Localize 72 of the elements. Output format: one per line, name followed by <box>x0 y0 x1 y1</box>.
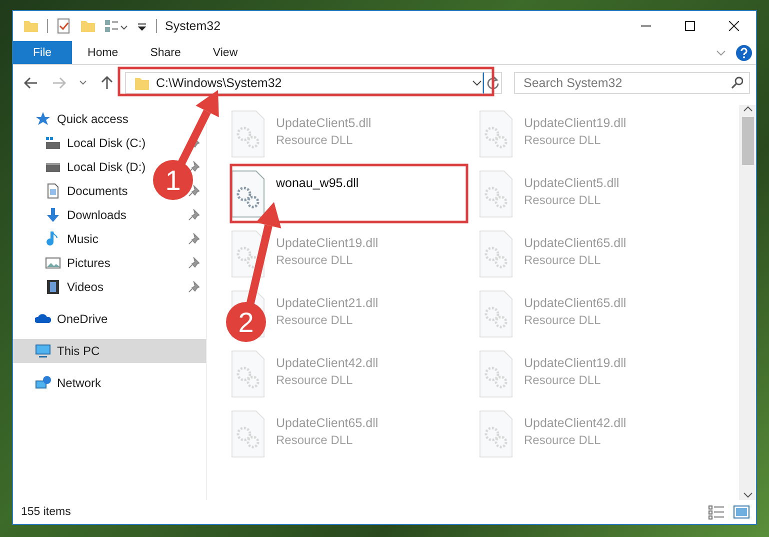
nav-item[interactable]: Quick access <box>13 107 134 131</box>
ribbon-tab[interactable]: Share <box>134 41 197 64</box>
nav-item[interactable]: This PC <box>13 339 206 363</box>
scrollbar-thumb[interactable] <box>742 117 754 165</box>
file-type: Resource DLL <box>524 313 602 327</box>
up-arrow-icon[interactable] <box>99 75 115 91</box>
scrollbar[interactable] <box>739 105 756 500</box>
file-type: Resource DLL <box>276 433 354 447</box>
file-type: Resource DLL <box>276 313 354 327</box>
dll-file-icon <box>478 290 514 338</box>
document-icon <box>45 183 61 199</box>
file-menu-button[interactable]: File <box>13 41 72 64</box>
nav-item[interactable]: OneDrive <box>13 307 114 331</box>
star-icon <box>35 111 51 127</box>
pin-icon[interactable] <box>188 209 200 221</box>
file-type: Resource DLL <box>524 133 602 147</box>
details-view-icon[interactable] <box>708 504 725 520</box>
window-title: System32 <box>165 19 221 33</box>
checklist-icon[interactable] <box>56 18 72 34</box>
layout-icon[interactable] <box>104 18 128 34</box>
pin-icon[interactable] <box>188 257 200 269</box>
step-badge: 1 <box>153 160 193 200</box>
pin-icon[interactable] <box>188 281 200 293</box>
chevron-down-icon[interactable] <box>472 78 482 88</box>
maximize-icon[interactable] <box>685 21 695 31</box>
file-name[interactable]: wonau_w95.dll <box>276 176 359 190</box>
nav-item[interactable]: Local Disk (C:) <box>13 131 206 155</box>
nav-item[interactable]: Music <box>13 227 206 251</box>
pin-icon[interactable] <box>188 185 200 197</box>
film-icon <box>45 279 61 295</box>
dll-file-icon <box>230 410 266 458</box>
ribbon-tab[interactable]: View <box>196 41 254 64</box>
refresh-icon <box>486 76 500 90</box>
file-type: Resource DLL <box>524 193 602 207</box>
file-type: Resource DLL <box>276 253 354 267</box>
chevron-down-icon[interactable] <box>79 79 87 87</box>
file-type: Resource DLL <box>524 373 602 387</box>
network-icon <box>35 375 51 391</box>
search-icon[interactable] <box>730 76 743 89</box>
pin-icon[interactable] <box>188 233 200 245</box>
dll-file-icon <box>230 170 266 218</box>
file-type: Resource DLL <box>276 133 354 147</box>
close-icon[interactable] <box>729 21 739 31</box>
dll-file-icon <box>478 230 514 278</box>
nav-item[interactable]: Downloads <box>13 203 206 227</box>
nav-item[interactable]: Network <box>13 371 108 395</box>
dll-file-icon <box>230 350 266 398</box>
folder-icon <box>134 75 150 91</box>
ribbon-tab[interactable]: Home <box>72 41 134 64</box>
dll-file-icon <box>478 350 514 398</box>
item-count: 155 items <box>21 506 71 518</box>
down-arrow-icon <box>45 207 61 223</box>
back-arrow-icon[interactable] <box>23 75 39 91</box>
nav-item[interactable]: Pictures <box>13 251 206 275</box>
file-type: Resource DLL <box>276 373 354 387</box>
drive-icon <box>45 135 61 151</box>
dll-file-icon <box>478 110 514 158</box>
nav-item[interactable]: Videos <box>13 275 206 299</box>
address-bar[interactable]: C:\Windows\System32 <box>125 72 483 94</box>
search-field[interactable]: Search System32 <box>514 72 750 94</box>
step-badge: 2 <box>226 302 266 342</box>
dll-file-icon <box>478 170 514 218</box>
file-type: Resource DLL <box>524 253 602 267</box>
pin-icon[interactable] <box>188 161 200 173</box>
dll-file-icon <box>230 110 266 158</box>
picture-icon <box>45 255 61 271</box>
scroll-down-icon[interactable] <box>742 490 752 500</box>
file-type: Resource DLL <box>524 433 602 447</box>
dll-file-icon <box>478 410 514 458</box>
monitor-icon <box>35 343 51 359</box>
large-icons-view-icon[interactable] <box>733 504 750 520</box>
help-icon[interactable] <box>736 44 752 60</box>
